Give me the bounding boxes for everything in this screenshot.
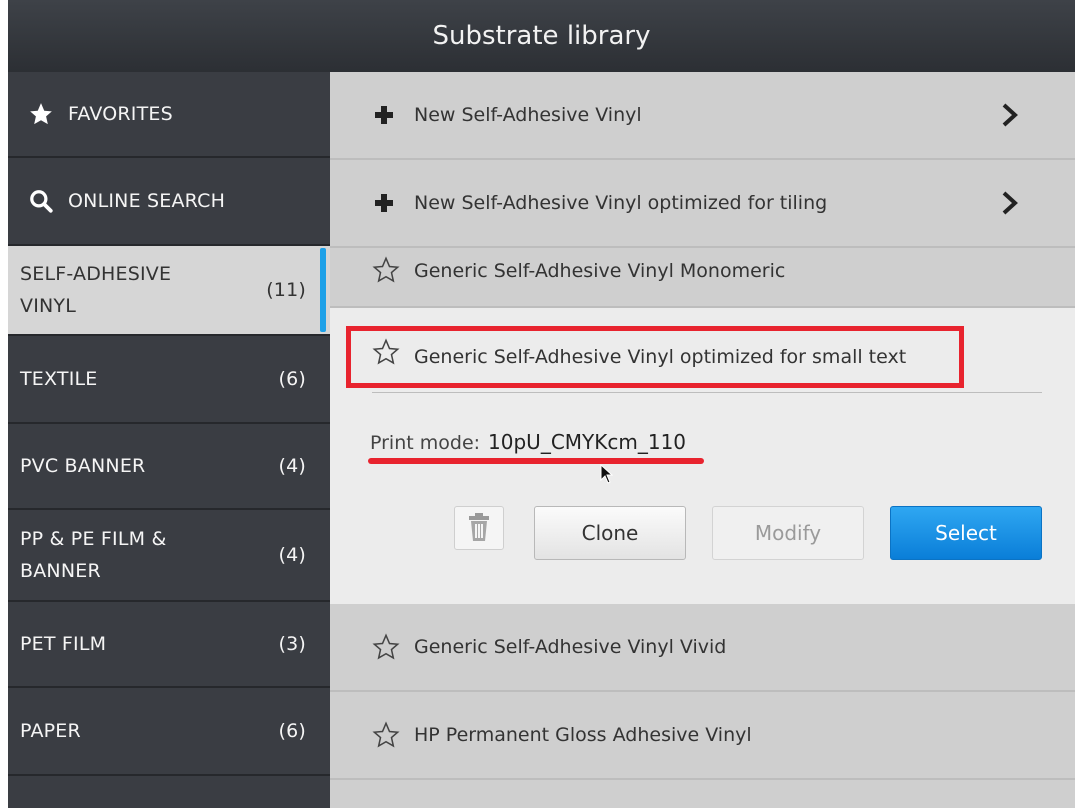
trash-icon: [469, 513, 489, 541]
window-title: Substrate library: [432, 21, 651, 51]
sidebar-item-count: (11): [266, 279, 306, 301]
star-outline-icon[interactable]: [372, 721, 400, 749]
new-substrate-row[interactable]: New Self-Adhesive Vinyl: [330, 72, 1075, 160]
star-outline-icon[interactable]: [372, 633, 400, 661]
title-bar: Substrate library: [8, 0, 1075, 72]
select-button[interactable]: Select: [890, 506, 1042, 560]
substrate-row-partial[interactable]: [330, 780, 1075, 808]
row-label: New Self-Adhesive Vinyl: [414, 104, 642, 126]
sidebar-item-label: TEXTILE: [20, 368, 98, 390]
chevron-right-icon: [1002, 103, 1018, 127]
sidebar-item-count: (4): [278, 544, 306, 566]
plus-icon: [375, 106, 393, 124]
sidebar-item-favorites[interactable]: FAVORITES: [8, 72, 330, 158]
star-outline-icon[interactable]: [372, 256, 400, 284]
sidebar-item-online-search[interactable]: ONLINE SEARCH: [8, 158, 330, 246]
substrate-list: New Self-Adhesive Vinyl New Self-Adhesiv…: [330, 72, 1075, 808]
substrate-row[interactable]: Generic Self-Adhesive Vinyl Monomeric: [330, 248, 1075, 308]
divider: [372, 392, 1042, 393]
sidebar-item-label: ONLINE SEARCH: [68, 190, 226, 212]
sidebar-item-count: (3): [278, 633, 306, 655]
sidebar-item-count: (6): [278, 368, 306, 390]
sidebar-item-label: PET FILM: [20, 633, 107, 655]
sidebar-item-count: (6): [278, 720, 306, 742]
highlight-underline: [368, 458, 704, 464]
new-substrate-row[interactable]: New Self-Adhesive Vinyl optimized for ti…: [330, 160, 1075, 248]
search-icon: [30, 190, 53, 213]
substrate-row-expanded: Generic Self-Adhesive Vinyl optimized fo…: [330, 308, 1075, 604]
plus-icon: [375, 194, 393, 212]
sidebar-item-pvc-banner[interactable]: PVC BANNER (4): [8, 424, 330, 510]
sidebar-item-label: PAPER: [20, 720, 81, 742]
substrate-row[interactable]: Generic Self-Adhesive Vinyl Vivid: [330, 604, 1075, 692]
sidebar: FAVORITES ONLINE SEARCH SELF-ADHESIVE VI…: [8, 72, 330, 808]
sidebar-item-partial[interactable]: [8, 776, 330, 808]
star-icon: [30, 103, 52, 125]
sidebar-item-paper[interactable]: PAPER (6): [8, 688, 330, 776]
highlight-box: [346, 326, 964, 388]
sidebar-item-self-adhesive-vinyl[interactable]: SELF-ADHESIVE VINYL (11): [8, 246, 330, 336]
chevron-right-icon: [1002, 191, 1018, 215]
sidebar-item-pp-pe-film-banner[interactable]: PP & PE FILM & BANNER (4): [8, 510, 330, 602]
modify-button[interactable]: Modify: [712, 506, 864, 560]
sidebar-item-label: PP & PE FILM & BANNER: [20, 528, 167, 582]
row-label: HP Permanent Gloss Adhesive Vinyl: [414, 724, 752, 746]
row-label: Generic Self-Adhesive Vinyl Monomeric: [414, 260, 786, 282]
mouse-cursor-icon: [600, 464, 614, 484]
clone-button[interactable]: Clone: [534, 506, 686, 560]
row-label: Generic Self-Adhesive Vinyl Vivid: [414, 636, 727, 658]
print-mode-label: Print mode:: [370, 432, 481, 454]
substrate-row[interactable]: HP Permanent Gloss Adhesive Vinyl: [330, 692, 1075, 780]
print-mode-value: 10pU_CMYKcm_110: [488, 430, 687, 454]
sidebar-item-label: SELF-ADHESIVE VINYL: [20, 263, 172, 317]
print-mode: Print mode: 10pU_CMYKcm_110: [370, 430, 686, 454]
delete-button[interactable]: [454, 506, 504, 550]
sidebar-item-textile[interactable]: TEXTILE (6): [8, 336, 330, 424]
sidebar-item-pet-film[interactable]: PET FILM (3): [8, 602, 330, 688]
row-label: New Self-Adhesive Vinyl optimized for ti…: [414, 192, 828, 214]
active-indicator: [320, 248, 326, 332]
sidebar-item-label: PVC BANNER: [20, 455, 146, 477]
sidebar-item-count: (4): [278, 455, 306, 477]
sidebar-item-label: FAVORITES: [68, 103, 173, 125]
